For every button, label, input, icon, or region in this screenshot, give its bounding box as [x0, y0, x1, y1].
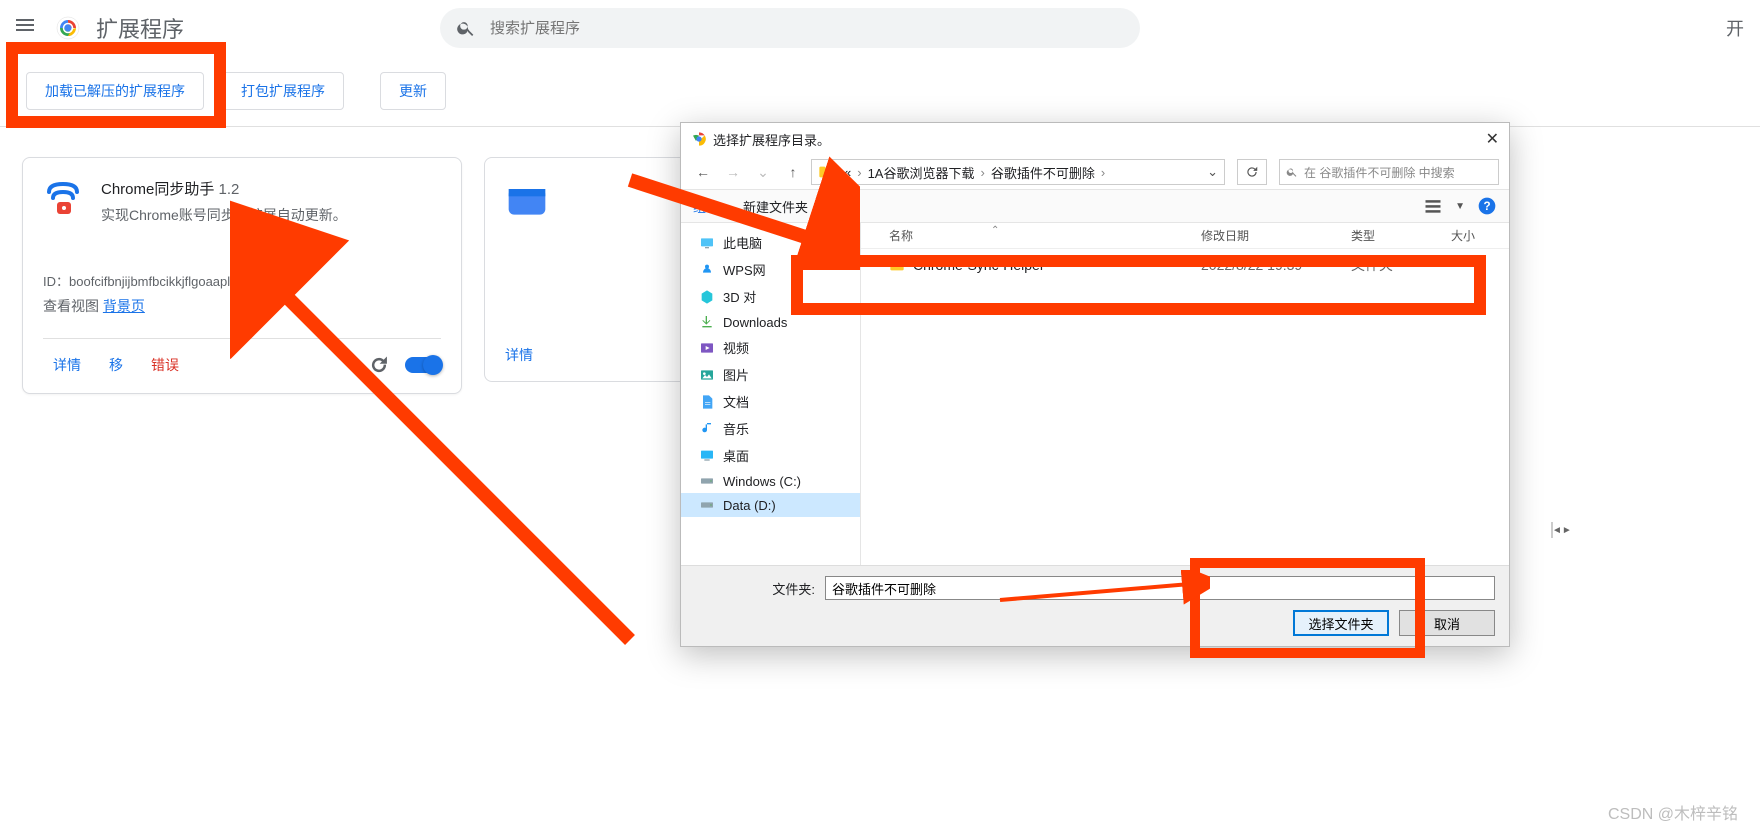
horizontal-scrollbar[interactable]: ◄ ►	[1551, 522, 1553, 538]
sidebar-item-music[interactable]: 音乐	[681, 415, 860, 442]
nav-forward-icon: →	[721, 160, 745, 184]
folder-name-input[interactable]	[825, 576, 1495, 600]
extension-title: Chrome同步助手 1.2	[101, 178, 347, 199]
refresh-icon[interactable]	[1237, 159, 1267, 185]
sidebar-item-documents[interactable]: 文档	[681, 388, 860, 415]
extension-id: ID：boofcifbnjijbmfbcikkjflgoaaplfbc	[43, 271, 441, 290]
extension-description: 实现Chrome账号同步和扩展自动更新。	[101, 205, 347, 225]
chevron-down-icon[interactable]: ▼	[1455, 201, 1465, 212]
chrome-logo-icon	[56, 16, 80, 40]
chevron-down-icon[interactable]: ⌄	[1207, 164, 1218, 180]
close-icon[interactable]: ✕	[1486, 129, 1499, 149]
truncated-text: 开	[1726, 15, 1744, 41]
organize-button[interactable]: 组织	[693, 197, 719, 216]
folder-icon	[818, 164, 834, 180]
nav-up-icon[interactable]: ↑	[781, 160, 805, 184]
search-bar[interactable]	[440, 8, 1140, 48]
remove-button[interactable]: 移	[99, 349, 133, 381]
reload-icon[interactable]	[369, 355, 389, 375]
extension-card: Chrome同步助手 1.2 实现Chrome账号同步和扩展自动更新。 ID：b…	[22, 157, 462, 394]
list-item-folder[interactable]: Chrome-Sync-Helper 2022/8/22 19:39 文件夹	[861, 249, 1509, 281]
nav-back-icon[interactable]: ←	[691, 160, 715, 184]
file-name: Chrome-Sync-Helper	[913, 257, 1201, 273]
hamburger-menu-icon[interactable]	[16, 16, 40, 40]
watermark-text: CSDN @木梓辛铭	[1608, 800, 1738, 824]
cancel-button[interactable]: 取消	[1399, 610, 1495, 636]
breadcrumb-segment[interactable]: 谷歌插件不可删除	[991, 163, 1095, 182]
file-type: 文件夹	[1351, 255, 1451, 275]
scroll-right-icon[interactable]: ►	[1562, 523, 1572, 537]
address-bar[interactable]: « › 1A谷歌浏览器下载 › 谷歌插件不可删除 › ⌄	[811, 159, 1225, 185]
search-icon	[1286, 166, 1298, 178]
new-folder-button[interactable]: 新建文件夹	[743, 197, 808, 216]
sidebar-item-downloads[interactable]: Downloads	[681, 310, 860, 334]
folder-input-label: 文件夹:	[695, 579, 815, 598]
view-options-icon[interactable]	[1423, 196, 1443, 216]
folder-icon	[889, 257, 905, 273]
sidebar-item-videos[interactable]: 视频	[681, 334, 860, 361]
sidebar-item-pictures[interactable]: 图片	[681, 361, 860, 388]
search-icon	[456, 18, 476, 38]
extension-links: 查看视图 背景页	[43, 296, 441, 316]
errors-button[interactable]: 错误	[141, 349, 189, 381]
enable-toggle[interactable]	[405, 357, 441, 373]
page-title: 扩展程序	[96, 12, 184, 44]
chrome-small-icon	[691, 131, 707, 147]
pack-extension-button[interactable]: 打包扩展程序	[222, 72, 344, 110]
background-page-link[interactable]: 背景页	[103, 298, 145, 314]
select-folder-button[interactable]: 选择文件夹	[1293, 610, 1389, 636]
file-date: 2022/8/22 19:39	[1201, 257, 1351, 273]
sidebar-item-c-drive[interactable]: Windows (C:)	[681, 469, 860, 493]
breadcrumb-segment[interactable]: 1A谷歌浏览器下载	[868, 163, 975, 182]
folder-tree-sidebar[interactable]: 此电脑 WPS网 3D 对 Downloads 视频 图片 文档 音乐 桌面 W…	[681, 223, 861, 565]
search-input[interactable]	[488, 19, 1124, 38]
sidebar-item-d-drive[interactable]: Data (D:)	[681, 493, 860, 517]
sidebar-item-this-pc[interactable]: 此电脑	[681, 229, 860, 256]
extension-icon	[43, 178, 83, 218]
nav-recent-icon[interactable]: ⌄	[751, 160, 775, 184]
dialog-title: 选择扩展程序目录。	[713, 130, 830, 149]
list-header[interactable]: 名称 修改日期 类型 大小 ⌃	[861, 223, 1509, 249]
scroll-left-icon[interactable]: ◄	[1552, 523, 1562, 537]
puzzle-icon	[505, 178, 549, 222]
dialog-search-input[interactable]: 在 谷歌插件不可删除 中搜索	[1279, 159, 1499, 185]
svg-text:?: ?	[1483, 200, 1490, 213]
sidebar-item-3d[interactable]: 3D 对	[681, 283, 860, 310]
update-button[interactable]: 更新	[380, 72, 446, 110]
help-icon[interactable]: ?	[1477, 196, 1497, 216]
folder-picker-dialog: 选择扩展程序目录。 ✕ ← → ⌄ ↑ « › 1A谷歌浏览器下载 › 谷歌插件…	[680, 122, 1510, 647]
sidebar-item-wps[interactable]: WPS网	[681, 256, 860, 283]
details-button[interactable]: 详情	[495, 339, 543, 371]
details-button[interactable]: 详情	[43, 349, 91, 381]
sort-indicator-icon: ⌃	[991, 225, 999, 236]
sidebar-item-desktop[interactable]: 桌面	[681, 442, 860, 469]
load-unpacked-button[interactable]: 加载已解压的扩展程序	[26, 72, 204, 110]
